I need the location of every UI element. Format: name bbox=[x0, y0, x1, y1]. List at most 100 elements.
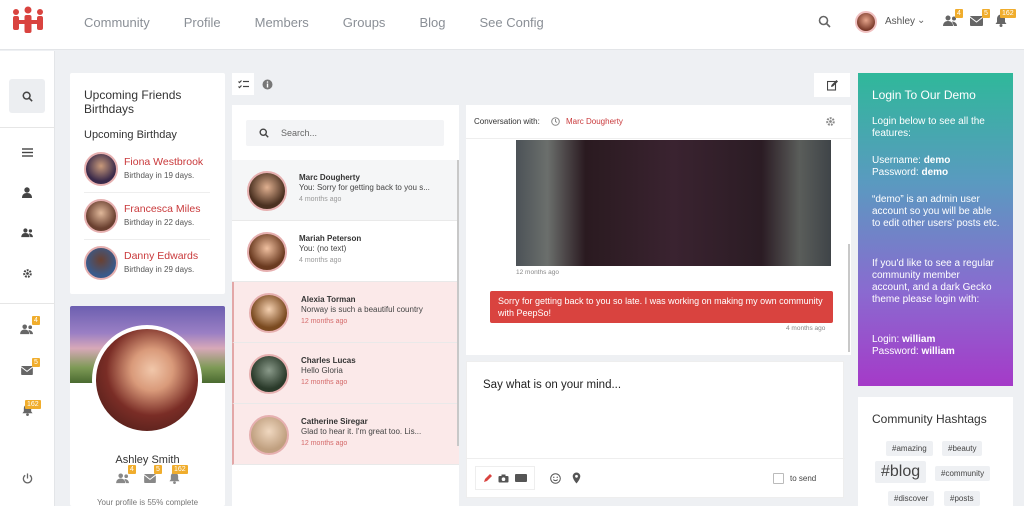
username-label: Username: bbox=[872, 155, 921, 166]
user-name[interactable]: Ashley bbox=[885, 16, 915, 27]
pencil-icon[interactable] bbox=[483, 473, 493, 483]
mail-icon[interactable] bbox=[970, 16, 983, 26]
nav-profile[interactable]: Profile bbox=[184, 15, 221, 30]
conversation-item[interactable]: Alexia Torman Norway is such a beautiful… bbox=[232, 282, 459, 343]
chat-header: Conversation with: Marc Dougherty bbox=[466, 105, 851, 139]
tab-info[interactable] bbox=[256, 73, 278, 95]
divider bbox=[84, 239, 210, 240]
birthday-when: Birthday in 22 days. bbox=[124, 218, 195, 227]
password-label: Password: bbox=[872, 346, 919, 357]
nav-see-config[interactable]: See Config bbox=[479, 15, 543, 30]
profile-name[interactable]: Ashley Smith bbox=[70, 454, 225, 466]
messages-badge: 5 bbox=[982, 9, 990, 18]
hashtag[interactable]: #blog bbox=[875, 461, 927, 483]
gear-icon[interactable] bbox=[825, 116, 836, 127]
tab-conversations[interactable] bbox=[232, 73, 254, 95]
avatar bbox=[247, 232, 287, 272]
clock-icon bbox=[551, 117, 560, 126]
chat-recipient[interactable]: Marc Dougherty bbox=[566, 117, 623, 126]
hashtag[interactable]: #amazing bbox=[886, 441, 933, 456]
avatar[interactable] bbox=[84, 199, 118, 233]
scrollbar[interactable] bbox=[848, 244, 850, 352]
conversation-item[interactable]: Mariah Peterson You: (no text) 4 months … bbox=[232, 221, 459, 282]
conversation-message: Norway is such a beautiful country bbox=[301, 305, 423, 314]
avatar[interactable] bbox=[84, 246, 118, 280]
scrollbar[interactable] bbox=[457, 160, 459, 446]
login-demo-widget: Login To Our Demo Login below to see all… bbox=[858, 73, 1013, 386]
profile-completion[interactable]: Your profile is 55% complete bbox=[70, 498, 225, 506]
conversation-name: Mariah Peterson bbox=[299, 234, 362, 243]
info-icon bbox=[262, 79, 272, 89]
birthdays-widget: Upcoming Friends Birthdays Upcoming Birt… bbox=[70, 73, 225, 294]
hashtag[interactable]: #posts bbox=[944, 491, 980, 506]
password-value: william bbox=[921, 346, 955, 357]
birthday-item[interactable]: Danny Edwards Birthday in 29 days. bbox=[84, 246, 214, 292]
gear-icon bbox=[22, 268, 32, 278]
menu-icon bbox=[21, 147, 33, 157]
birthday-name[interactable]: Fiona Westbrook bbox=[124, 156, 203, 168]
pin-icon[interactable] bbox=[572, 472, 581, 484]
conversation-time: 12 months ago bbox=[301, 379, 348, 386]
conversation-time: 4 months ago bbox=[299, 196, 342, 203]
avatar[interactable] bbox=[855, 11, 877, 33]
conversation-item[interactable]: Catherine Siregar Glad to hear it. I'm g… bbox=[232, 404, 459, 465]
sidebar-groups[interactable] bbox=[9, 216, 45, 250]
sidebar-notifications[interactable] bbox=[9, 393, 45, 427]
notifications-badge: 162 bbox=[1000, 9, 1016, 18]
hashtag[interactable]: #community bbox=[935, 466, 991, 481]
gif-icon[interactable] bbox=[515, 474, 528, 482]
conversation-message: Glad to hear it. I'm great too. Lis... bbox=[301, 427, 422, 436]
search-icon[interactable] bbox=[818, 15, 831, 28]
friends-badge: 4 bbox=[128, 465, 136, 474]
hashtag[interactable]: #discover bbox=[888, 491, 935, 506]
demo-password: Password: demo bbox=[872, 167, 1000, 179]
search-icon bbox=[22, 91, 33, 102]
conversation-time: 12 months ago bbox=[301, 318, 348, 325]
widget-title: Upcoming Friends Birthdays bbox=[84, 88, 182, 116]
nav-groups[interactable]: Groups bbox=[343, 15, 386, 30]
checklist-icon bbox=[237, 79, 249, 88]
conversation-item[interactable]: Marc Dougherty You: Sorry for getting ba… bbox=[232, 160, 459, 221]
friends-icon[interactable] bbox=[116, 473, 130, 484]
left-sidebar: 4 5 162 bbox=[0, 51, 55, 506]
regular-note: If you'd like to see a regular community… bbox=[872, 258, 994, 305]
conversation-message: You: Sorry for getting back to you s... bbox=[299, 183, 430, 192]
message-time: 4 months ago bbox=[786, 325, 826, 332]
nav-community[interactable]: Community bbox=[84, 15, 150, 30]
chat-message: Sorry for getting back to you so late. I… bbox=[490, 291, 833, 323]
camera-icon[interactable] bbox=[498, 474, 509, 483]
regular-login: Login: william bbox=[872, 334, 1000, 346]
smile-icon[interactable] bbox=[550, 473, 561, 484]
messages-badge: 5 bbox=[154, 465, 162, 474]
message-tabs bbox=[232, 73, 282, 95]
avatar[interactable] bbox=[84, 152, 118, 186]
nav-members[interactable]: Members bbox=[255, 15, 309, 30]
sidebar-logout[interactable] bbox=[9, 461, 45, 495]
avatar bbox=[249, 293, 289, 333]
conversation-name: Alexia Torman bbox=[301, 295, 356, 304]
conversation-time: 4 months ago bbox=[299, 257, 342, 264]
logo-icon[interactable] bbox=[8, 6, 48, 40]
edit-icon bbox=[826, 79, 838, 91]
new-message-button[interactable] bbox=[814, 73, 850, 97]
search-input[interactable]: Search... bbox=[246, 120, 444, 146]
enter-to-send-checkbox[interactable] bbox=[773, 473, 784, 484]
chevron-down-icon[interactable]: ⌄ bbox=[917, 15, 925, 26]
sidebar-settings[interactable] bbox=[9, 256, 45, 290]
hashtags-widget: Community Hashtags #amazing #beauty #blo… bbox=[858, 397, 1013, 506]
conversation-item[interactable]: Charles Lucas Hello Gloria 12 months ago bbox=[232, 343, 459, 404]
avatar[interactable] bbox=[92, 325, 202, 435]
message-input[interactable]: Say what is on your mind... bbox=[483, 379, 621, 391]
sidebar-profile[interactable] bbox=[9, 175, 45, 209]
birthday-name[interactable]: Danny Edwards bbox=[124, 250, 198, 262]
sidebar-menu[interactable] bbox=[9, 135, 45, 169]
regular-password: Password: william bbox=[872, 346, 1000, 358]
widget-subtitle: Upcoming Birthday bbox=[84, 129, 177, 141]
hashtag[interactable]: #beauty bbox=[942, 441, 983, 456]
birthday-name[interactable]: Francesca Miles bbox=[124, 203, 200, 215]
admin-note: “demo” is an admin user account so you w… bbox=[872, 194, 1000, 229]
chat-image[interactable] bbox=[516, 140, 831, 266]
nav-blog[interactable]: Blog bbox=[419, 15, 445, 30]
mail-icon[interactable] bbox=[144, 474, 156, 483]
sidebar-search[interactable] bbox=[9, 79, 45, 113]
